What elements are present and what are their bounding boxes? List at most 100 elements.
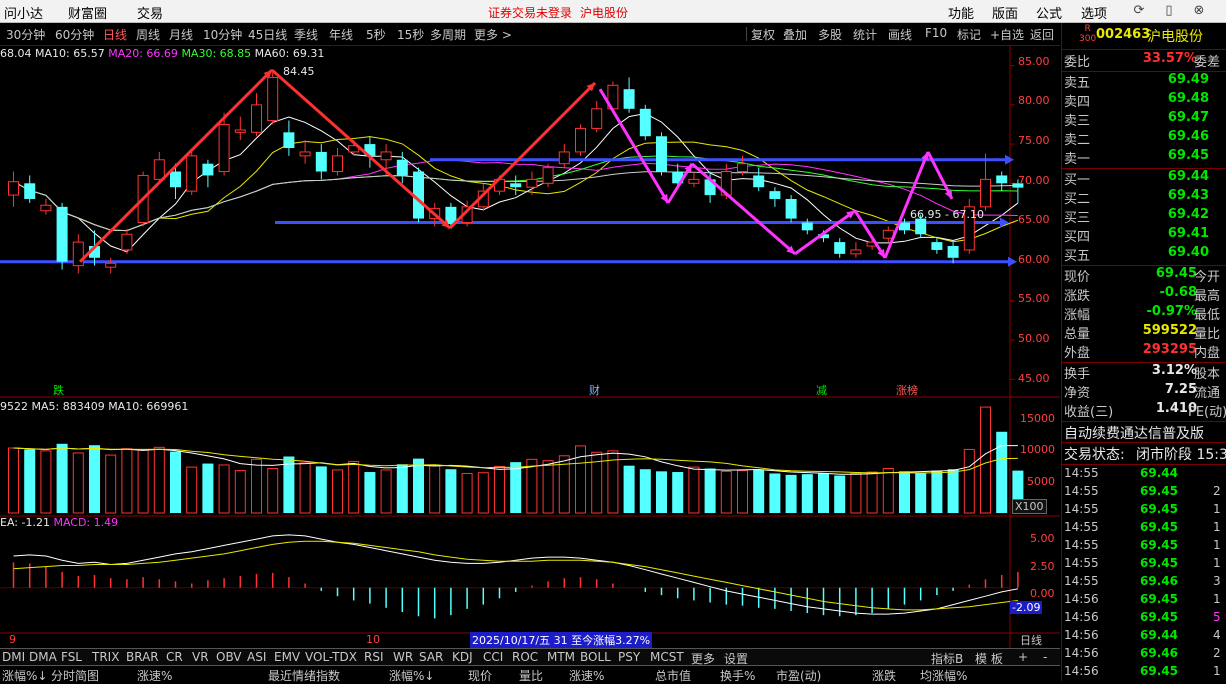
column-header[interactable]: 涨速%: [569, 667, 604, 684]
period-10min[interactable]: 10分钟: [203, 26, 242, 43]
macd-dea-line: [13, 540, 1018, 611]
tool-add-favorite[interactable]: +自选: [990, 26, 1024, 43]
indicator-tab[interactable]: CR: [166, 650, 183, 664]
period-15sec[interactable]: 15秒: [397, 26, 424, 43]
tick-time: 14:55: [1064, 520, 1099, 534]
menu-formula[interactable]: 公式: [1036, 3, 1062, 22]
period-quarterly[interactable]: 季线: [294, 26, 318, 43]
bid-row[interactable]: 买四 69.41: [1062, 226, 1226, 245]
minimize-icon[interactable]: ▯: [1160, 2, 1178, 20]
period-yearly[interactable]: 年线: [329, 26, 353, 43]
period-more[interactable]: 更多 >: [474, 26, 512, 43]
indicator-tab[interactable]: FSL: [61, 650, 82, 664]
period-60min[interactable]: 60分钟: [55, 26, 94, 43]
tool-fuquan[interactable]: 复权: [751, 26, 775, 43]
menu-layout[interactable]: 版面: [992, 3, 1018, 22]
candle-body: [769, 191, 781, 199]
column-header[interactable]: 涨幅%↓: [2, 667, 47, 684]
column-header[interactable]: 分时简图: [51, 667, 99, 684]
volume-bar: [494, 465, 505, 514]
indicator-tab[interactable]: ASI: [247, 650, 266, 664]
candle-body: [24, 183, 36, 199]
tool-stats[interactable]: 统计: [853, 26, 877, 43]
bid-row[interactable]: 买一 69.44: [1062, 169, 1226, 188]
refresh-icon[interactable]: ⟳: [1130, 2, 1148, 20]
indicator-tab[interactable]: DMI: [2, 650, 25, 664]
ask-row[interactable]: 卖二 69.46: [1062, 129, 1226, 148]
period-30min[interactable]: 30分钟: [6, 26, 45, 43]
close-icon[interactable]: ⊗: [1190, 2, 1208, 20]
candle-body: [218, 123, 230, 173]
indicator-tab[interactable]: EMV: [274, 650, 300, 664]
ask-row[interactable]: 卖一 69.45: [1062, 148, 1226, 167]
indicator-tab[interactable]: PSY: [618, 650, 640, 664]
tool-draw-line[interactable]: 画线: [888, 26, 912, 43]
indicator-tab[interactable]: ROC: [512, 650, 538, 664]
indicator-tab[interactable]: BRAR: [126, 650, 159, 664]
volume-bar: [704, 468, 716, 513]
column-header[interactable]: 最近情绪指数: [268, 667, 340, 684]
indicator-tab[interactable]: OBV: [216, 650, 242, 664]
period-45day[interactable]: 45日线: [248, 26, 287, 43]
tool-back[interactable]: 返回: [1030, 26, 1054, 43]
zoom-in-button[interactable]: +: [1018, 650, 1028, 664]
column-header[interactable]: 总市值: [655, 667, 691, 684]
tool-f10[interactable]: F10: [925, 26, 947, 40]
bid-row[interactable]: 买五 69.40: [1062, 245, 1226, 264]
period-monthly[interactable]: 月线: [169, 26, 193, 43]
period-indicator[interactable]: 日线: [1020, 632, 1042, 648]
period-daily[interactable]: 日线: [103, 26, 127, 43]
period-multi[interactable]: 多周期: [430, 26, 466, 43]
ask-row[interactable]: 卖三 69.47: [1062, 110, 1226, 129]
ask-row[interactable]: 卖五 69.49: [1062, 72, 1226, 91]
column-header[interactable]: 现价: [468, 667, 492, 684]
tool-overlay[interactable]: 叠加: [783, 26, 807, 43]
column-header[interactable]: 涨跌: [872, 667, 896, 684]
volume-bar: [40, 450, 52, 514]
kline-chart[interactable]: [0, 45, 1060, 648]
tool-multi-stock[interactable]: 多股: [818, 26, 842, 43]
event-marker[interactable]: 财: [589, 382, 600, 398]
menu-trade[interactable]: 交易: [137, 3, 163, 22]
login-warning[interactable]: 证券交易未登录: [488, 4, 572, 21]
column-header[interactable]: 涨速%: [137, 667, 172, 684]
indicator-tab[interactable]: WR: [393, 650, 413, 664]
indicator-tab[interactable]: CCI: [483, 650, 503, 664]
column-header[interactable]: 涨幅%↓: [389, 667, 434, 684]
menu-options[interactable]: 选项: [1081, 3, 1107, 22]
promo-text[interactable]: 自动续费通达信普及版: [1064, 423, 1204, 443]
column-header[interactable]: 均涨幅%: [920, 667, 967, 684]
column-header[interactable]: 量比: [519, 667, 543, 684]
bid-row[interactable]: 买三 69.42: [1062, 207, 1226, 226]
column-header[interactable]: 市盈(动): [776, 667, 821, 684]
menu-wenxiaoda[interactable]: 问小达: [4, 3, 43, 22]
indicator-tab[interactable]: VOL-TDX: [305, 650, 357, 664]
ask-label: 卖三: [1064, 114, 1091, 129]
indicator-tab[interactable]: VR: [192, 650, 209, 664]
promo-banner[interactable]: 自动续费通达信普及版: [1062, 423, 1226, 442]
event-marker[interactable]: 减: [816, 382, 827, 398]
period-5sec[interactable]: 5秒: [366, 26, 386, 43]
ask-row[interactable]: 卖四 69.48: [1062, 91, 1226, 110]
indicator-tab[interactable]: SAR: [419, 650, 443, 664]
indicator-tab[interactable]: RSI: [364, 650, 384, 664]
indicator-tab[interactable]: MTM: [547, 650, 575, 664]
event-marker[interactable]: 跌: [53, 382, 64, 398]
zoom-out-button[interactable]: -: [1043, 650, 1047, 664]
indicator-tab[interactable]: KDJ: [452, 650, 473, 664]
tick-time: 14:55: [1064, 556, 1099, 570]
indicator-tab[interactable]: BOLL: [580, 650, 611, 664]
event-marker[interactable]: 涨榜: [896, 382, 918, 398]
indicator-tab[interactable]: MCST: [650, 650, 684, 664]
indicator-tab[interactable]: DMA: [29, 650, 57, 664]
menu-caifuquan[interactable]: 财富圈: [68, 3, 107, 22]
column-header[interactable]: 换手%: [720, 667, 755, 684]
period-weekly[interactable]: 周线: [136, 26, 160, 43]
indicator-tab[interactable]: TRIX: [92, 650, 119, 664]
bid-row[interactable]: 买二 69.43: [1062, 188, 1226, 207]
tool-mark[interactable]: 标记: [957, 26, 981, 43]
window-stock-title: 沪电股份: [580, 6, 629, 20]
stock-name[interactable]: 沪电股份: [1147, 26, 1203, 46]
menu-function[interactable]: 功能: [948, 3, 974, 22]
stock-code[interactable]: 002463: [1096, 27, 1150, 42]
